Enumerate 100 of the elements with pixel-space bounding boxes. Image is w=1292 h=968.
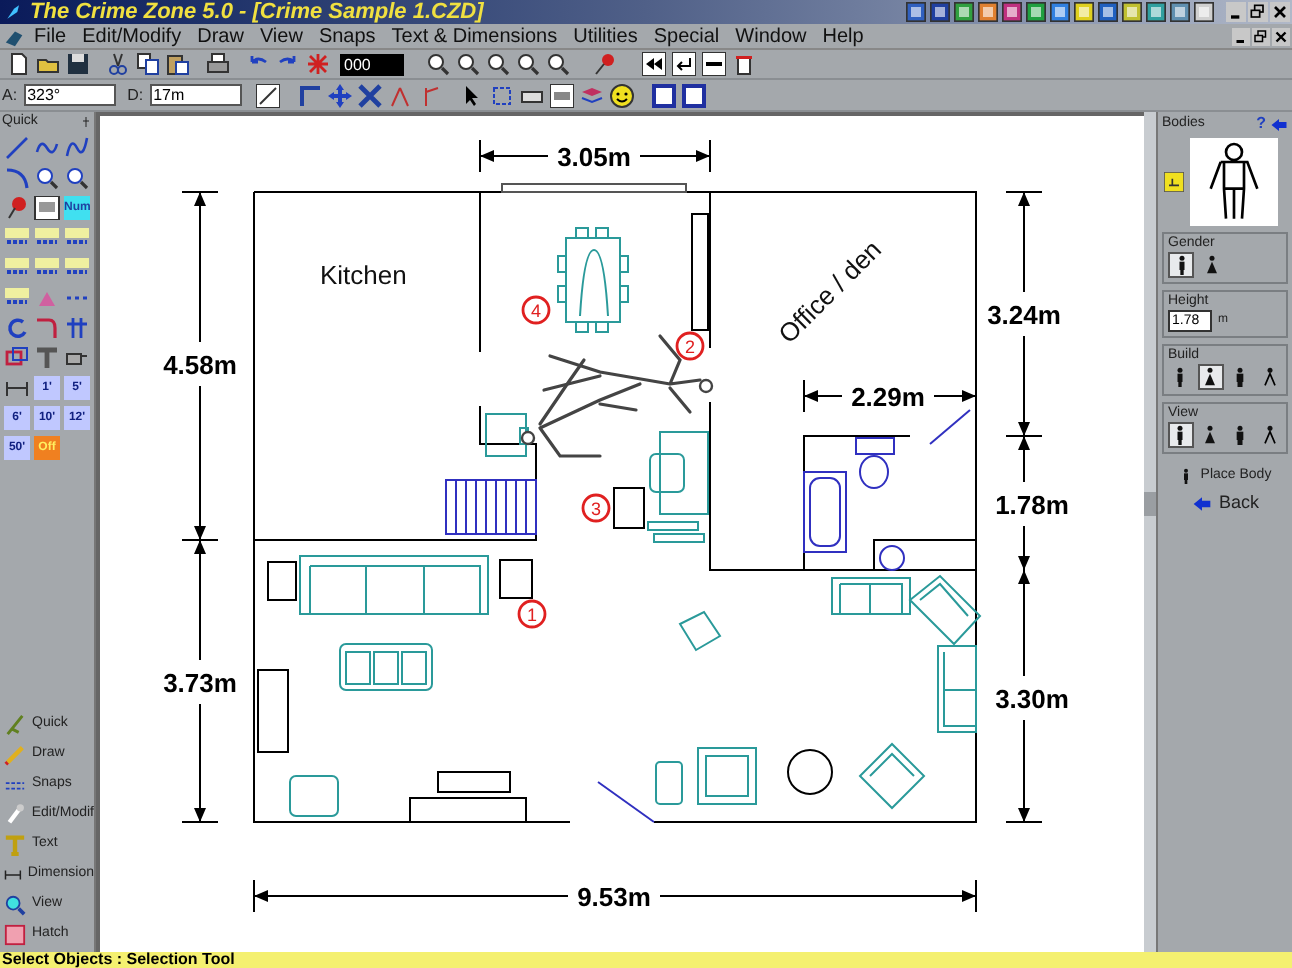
save-icon[interactable]: [66, 52, 90, 76]
marker-tool-icon[interactable]: [4, 196, 30, 220]
door-swing-line: [597, 781, 655, 823]
zoom-out-icon[interactable]: [456, 52, 480, 76]
build-button[interactable]: [1197, 364, 1223, 390]
magnifier-icon: [4, 894, 26, 916]
room-label: Kitchen: [320, 260, 407, 290]
zoom-out-icon[interactable]: [64, 166, 90, 190]
layers-icon[interactable]: [579, 83, 604, 107]
lane-tool-icon[interactable]: [64, 256, 90, 280]
dimension-label: 1.78m: [995, 490, 1069, 520]
enter-icon[interactable]: [672, 52, 696, 76]
t-shape-icon[interactable]: [34, 346, 60, 370]
distance-field[interactable]: 17m: [149, 84, 242, 106]
menu-item[interactable]: File: [26, 21, 75, 51]
arc-tool-icon[interactable]: [4, 166, 30, 190]
armchair-drawing: [697, 747, 757, 805]
dimension-label: 4.58m: [163, 350, 237, 380]
dimension-label: 3.73m: [163, 668, 237, 698]
close-icon[interactable]: [1270, 2, 1290, 22]
zoom-fit-icon[interactable]: [486, 52, 510, 76]
menu-item[interactable]: Special: [645, 21, 728, 51]
ruler-icon[interactable]: [255, 83, 280, 107]
menu-item[interactable]: View: [251, 21, 311, 51]
parallel-tool-icon[interactable]: [64, 316, 90, 340]
angle-field[interactable]: 323°: [23, 84, 116, 106]
restore-icon[interactable]: [1252, 27, 1270, 45]
scissors-icon[interactable]: [106, 52, 130, 76]
scrollbar-thumb[interactable]: [1144, 492, 1156, 516]
quick-icon: [4, 714, 26, 736]
zoom-in-icon[interactable]: [34, 166, 60, 190]
ottoman: [678, 610, 722, 652]
minimize-icon[interactable]: [1232, 27, 1250, 45]
back-arrow-icon[interactable]: [1270, 115, 1288, 133]
lane-tool-icon[interactable]: [64, 226, 90, 250]
smiley-icon[interactable]: [609, 83, 634, 107]
rewind-icon[interactable]: [642, 52, 666, 76]
sink-drawing: [879, 545, 905, 571]
loveseat-drawing: [831, 577, 911, 615]
lane-tool-icon[interactable]: [4, 256, 30, 280]
staircase-drawing: [445, 479, 537, 535]
menu-item[interactable]: Utilities: [565, 21, 646, 51]
person-icon: [1201, 254, 1221, 276]
page-right-icon[interactable]: [681, 83, 706, 107]
lane-tool-icon[interactable]: [4, 226, 30, 250]
pin-icon[interactable]: [594, 52, 618, 76]
text-tool-icon: [4, 834, 26, 856]
menu-item[interactable]: Help: [814, 21, 872, 51]
pin-icon[interactable]: [80, 116, 92, 128]
bathtub-drawing: [803, 471, 847, 553]
page-left-icon[interactable]: [651, 83, 676, 107]
zoom-minus-icon[interactable]: [516, 52, 540, 76]
back-button[interactable]: Back: [1158, 490, 1292, 518]
paste-icon[interactable]: [166, 52, 190, 76]
person-icon: [1259, 366, 1280, 388]
armchair-drawing: [859, 742, 926, 809]
menu-item[interactable]: Snaps: [310, 21, 384, 51]
chair-drawing: [655, 761, 683, 805]
counter-field[interactable]: 000: [340, 53, 404, 75]
close-icon[interactable]: [1272, 27, 1290, 45]
menu-item[interactable]: Window: [727, 21, 815, 51]
lane-tool-icon[interactable]: [34, 226, 60, 250]
evidence-marker: 1: [517, 599, 547, 629]
copy-icon[interactable]: [136, 52, 160, 76]
dimension-label: 2.29m: [851, 382, 925, 412]
view-button[interactable]: [1168, 422, 1194, 448]
curve-tool-icon[interactable]: [64, 136, 90, 160]
dimension-tool-icon[interactable]: [4, 376, 30, 400]
line-tool-icon[interactable]: [4, 136, 30, 160]
restore-icon[interactable]: [1248, 2, 1268, 22]
scrollbar[interactable]: [1144, 112, 1156, 952]
zoom-in-icon[interactable]: [426, 52, 450, 76]
gender-button[interactable]: [1168, 252, 1194, 278]
zoom-plus-icon[interactable]: [546, 52, 570, 76]
menu-item[interactable]: Edit/Modify: [74, 21, 190, 51]
angle-label: A:: [2, 83, 18, 107]
trash-icon[interactable]: [732, 52, 756, 76]
image-tool-icon[interactable]: [34, 196, 60, 220]
star-icon[interactable]: [306, 52, 330, 76]
round-table-drawing: [787, 749, 833, 795]
side-table: [267, 561, 297, 601]
chair-drawing: [485, 413, 529, 457]
menu-item[interactable]: Draw: [189, 21, 252, 51]
offset-tool-icon[interactable]: [4, 346, 30, 370]
back-arrow-icon: [1190, 494, 1215, 514]
door-swing-line: [929, 409, 971, 445]
move-icon[interactable]: [327, 83, 352, 107]
rotate-tool-icon[interactable]: [4, 316, 30, 340]
side-table: [499, 559, 533, 599]
menu-item[interactable]: Text & Dimensions: [383, 21, 566, 51]
corner-icon[interactable]: [297, 83, 322, 107]
minimize-icon[interactable]: [1226, 2, 1246, 22]
dining-table-drawing: [557, 227, 629, 333]
lane-tool-icon[interactable]: [4, 286, 30, 310]
dimension-label: 3.24m: [987, 300, 1061, 330]
lane-tool-icon[interactable]: [34, 256, 60, 280]
printer-icon[interactable]: [206, 52, 230, 76]
toilet-drawing: [855, 437, 895, 489]
selection-box-icon[interactable]: [489, 83, 514, 107]
body-figure-drawing: [520, 358, 642, 458]
